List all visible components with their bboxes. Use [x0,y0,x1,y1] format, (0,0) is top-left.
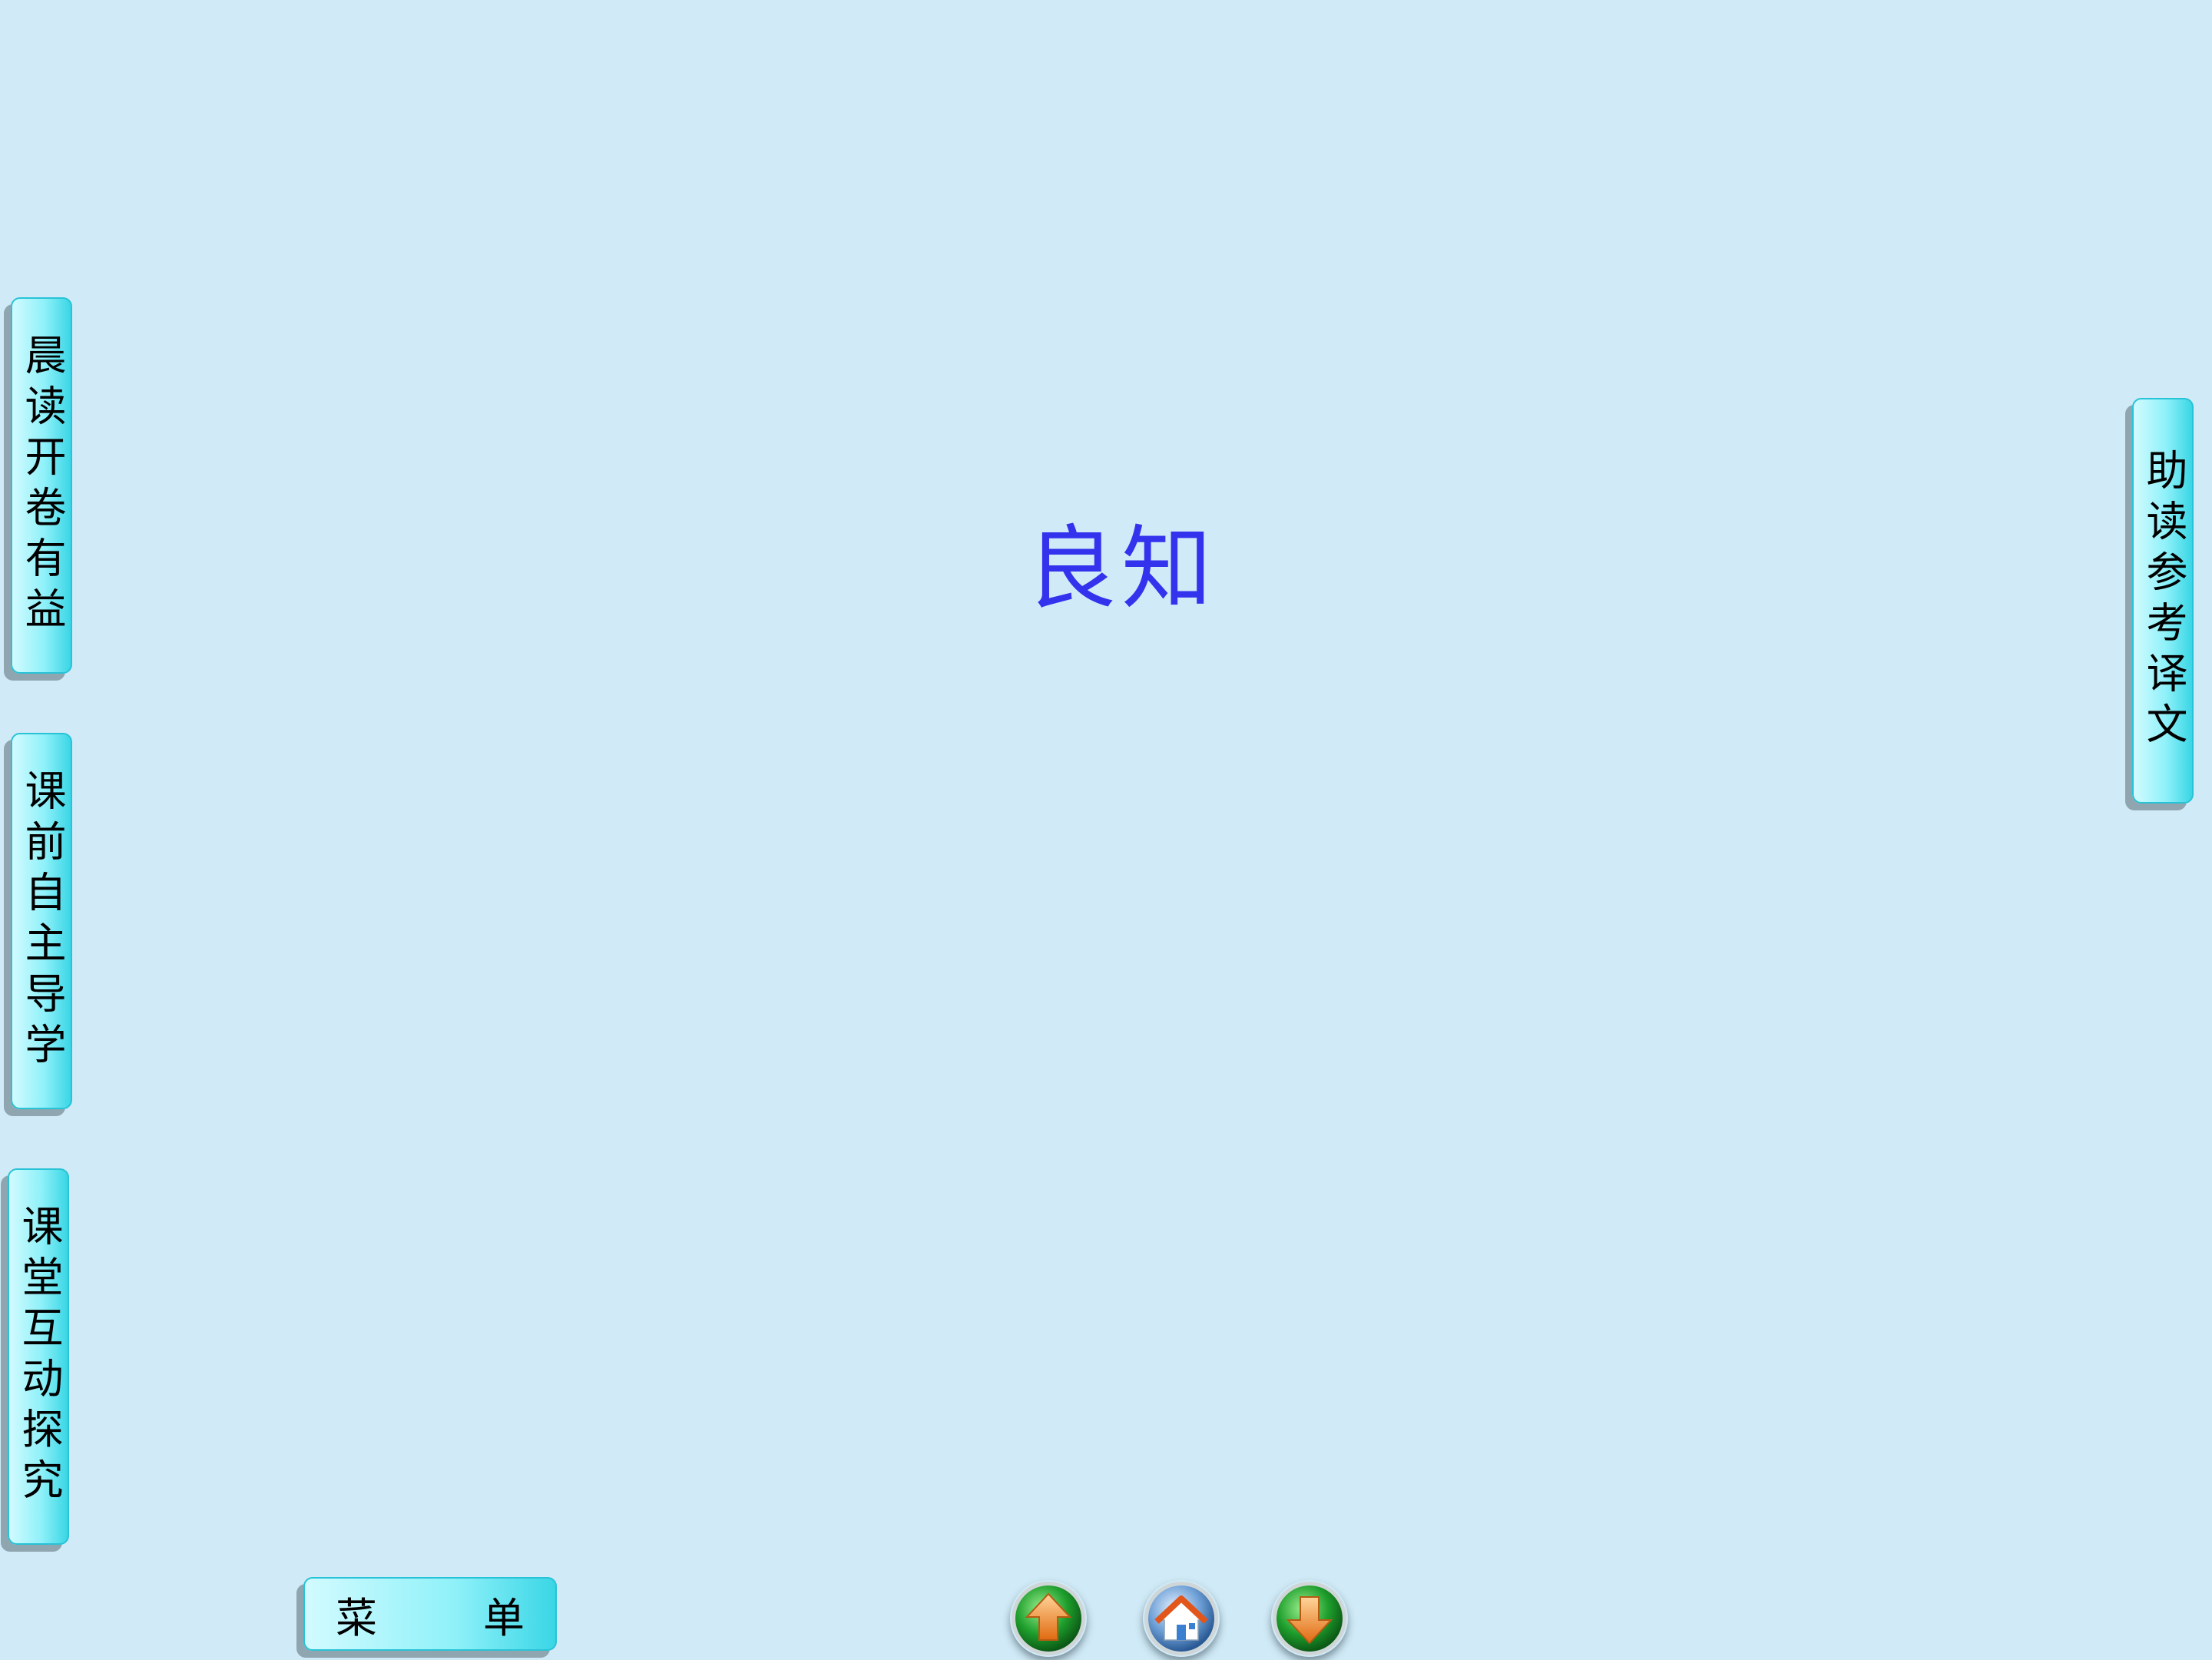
tab-morning-reading-label: 晨读开卷有益 [18,333,66,638]
tab-morning-reading[interactable]: 晨读开卷有益 [11,297,72,674]
menu-button-char-1: 菜 [336,1593,377,1642]
tab-reference-translation-label: 助读参考译文 [2139,449,2187,753]
up-arrow-icon [1012,1582,1085,1655]
tab-pre-class-study[interactable]: 课前自主导学 [11,733,72,1109]
down-arrow-icon [1273,1582,1346,1655]
home-icon [1144,1582,1218,1655]
menu-button-char-2: 单 [483,1593,525,1642]
page-title: 良知 [1025,515,1217,621]
menu-button[interactable]: 菜 单 [303,1577,557,1651]
next-button[interactable] [1271,1580,1348,1657]
home-button[interactable] [1143,1580,1220,1657]
tab-pre-class-study-label: 课前自主导学 [18,769,66,1073]
previous-button[interactable] [1010,1580,1087,1657]
tab-classroom-interaction[interactable]: 课堂互动探究 [8,1168,69,1545]
tab-reference-translation[interactable]: 助读参考译文 [2132,398,2194,803]
tab-classroom-interaction-label: 课堂互动探究 [15,1204,63,1509]
